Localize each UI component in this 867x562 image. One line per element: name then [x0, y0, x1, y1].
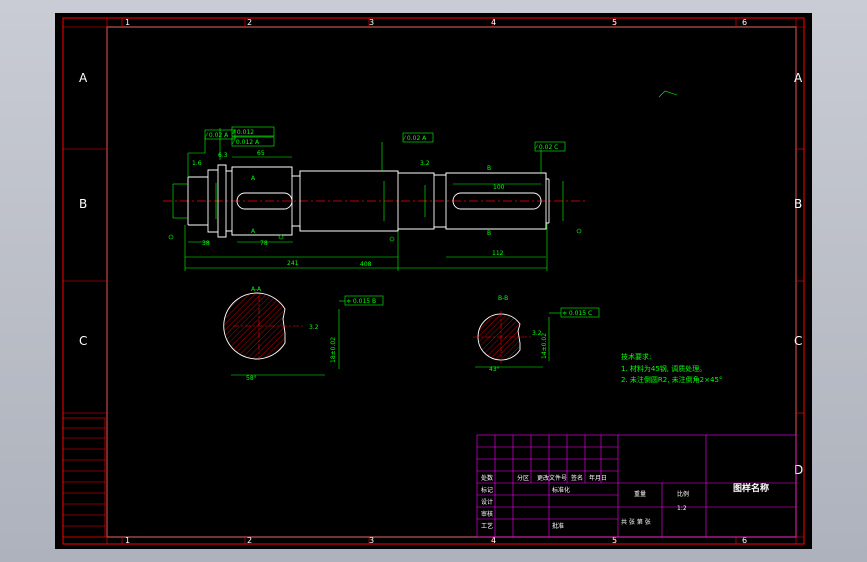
zone-row-b-right: B: [794, 197, 802, 211]
zone-row-a-right: A: [794, 71, 803, 85]
section-aa-title: A-A: [251, 286, 262, 293]
bb-depth: 14±0.02: [541, 333, 548, 359]
section-bb: [473, 311, 533, 363]
tb-approve-label: 批准: [552, 522, 564, 530]
tb-header-3: 更改文件号: [537, 474, 567, 482]
zone-row-c-right: C: [794, 334, 802, 348]
tb-row-mark: 标记: [481, 486, 493, 494]
zone-col-1-bottom: 1: [125, 536, 130, 545]
zone-row-d-right: D: [794, 463, 803, 477]
zone-col-5-bottom: 5: [612, 536, 617, 545]
tb-row-review: 审核: [481, 510, 493, 518]
tb-ratio-value: 1:2: [677, 505, 687, 512]
gdt-symmetry-bb: ≑ 0.015 C: [562, 310, 592, 317]
zone-col-3-bottom: 3: [369, 536, 374, 545]
zone-col-3-top: 3: [369, 18, 374, 27]
dim-65: 65: [257, 150, 265, 157]
section-aa: [223, 292, 305, 360]
tb-row-process: 工艺: [481, 522, 493, 530]
zone-col-1-top: 1: [125, 18, 130, 27]
drawing-canvas: 1 2 3 4 5 6 1 2 3 4 5 6 A B C A B C D ⁄ …: [62, 17, 805, 545]
gdt-runout-1: ⁄ 0.02 A: [204, 132, 229, 139]
dim-112: 112: [492, 250, 504, 257]
zone-col-4-bottom: 4: [491, 536, 496, 545]
dim-roughness-6-3: 6.3: [218, 152, 228, 159]
zone-col-2-bottom: 2: [247, 536, 252, 545]
zone-col-4-top: 4: [491, 18, 496, 27]
zone-row-a-left: A: [79, 71, 88, 85]
revision-strip: [62, 417, 106, 538]
dim-roughness-1-6: 1.6: [192, 160, 202, 167]
gdt-symmetry-aa: ≑ 0.015 B: [346, 298, 376, 305]
tb-sheet-label: 共 张 第 张: [621, 518, 651, 526]
zone-col-5-top: 5: [612, 18, 617, 27]
dimension-lines: [172, 128, 564, 271]
gdt-runout-2: ⁄ 0.012 A: [231, 139, 260, 146]
cad-viewport[interactable]: 1 2 3 4 5 6 1 2 3 4 5 6 A B C A B C D ⁄ …: [0, 0, 867, 562]
section-mark-a-bottom: A: [251, 228, 256, 235]
tb-header-1: 处数: [481, 474, 493, 482]
tb-header-5: 年月日: [589, 474, 607, 482]
gdt-runout-3: ⁄ 0.02 A: [402, 135, 427, 142]
bb-width: 43°: [489, 366, 500, 373]
aa-roughness: 3.2: [309, 324, 319, 331]
tb-header-4: 签名: [571, 474, 583, 482]
tb-weight-label: 重量: [634, 490, 646, 498]
tech-req-title: 技术要求:: [621, 352, 651, 361]
tb-header-2: 分区: [517, 474, 529, 482]
dim-408: 408: [360, 261, 372, 268]
tb-std-label: 标准化: [552, 486, 570, 494]
tb-row-design: 设计: [481, 498, 493, 506]
inner-border: [106, 26, 797, 538]
section-mark-a-top: A: [251, 175, 256, 182]
dim-78: 78: [260, 240, 268, 247]
section-bb-title: B-B: [498, 295, 508, 302]
zone-col-6-bottom: 6: [742, 536, 747, 545]
tech-req-item-2: 2. 未注倒圆R2, 未注倒角2×45°: [621, 375, 722, 384]
dim-241: 241: [287, 260, 299, 267]
tech-req-item-1: 1. 材料为45钢, 调质处理。: [621, 364, 706, 373]
aa-width: 58°: [246, 375, 257, 382]
aa-depth: 18±0.02: [330, 337, 337, 363]
dim-38: 38: [202, 240, 210, 247]
zone-row-b-left: B: [79, 197, 87, 211]
tb-drawing-name: 图样名称: [733, 482, 769, 494]
section-mark-b-top: B: [487, 165, 491, 172]
dim-100: 100: [493, 184, 505, 191]
tb-ratio-label: 比例: [677, 490, 689, 498]
gdt-runout-4: ⁄ 0.02 C: [534, 144, 558, 151]
gdt-parallel: ⁄⁄ 0.012: [231, 129, 254, 136]
zone-col-6-top: 6: [742, 18, 747, 27]
zone-row-c-left: C: [79, 334, 87, 348]
drawing-sheet: 1 2 3 4 5 6 1 2 3 4 5 6 A B C A B C D ⁄ …: [55, 13, 812, 549]
zone-col-2-top: 2: [247, 18, 252, 27]
outer-border: [62, 17, 805, 545]
section-mark-b-bottom: B: [487, 230, 491, 237]
dim-roughness-3-2: 3.2: [420, 160, 430, 167]
